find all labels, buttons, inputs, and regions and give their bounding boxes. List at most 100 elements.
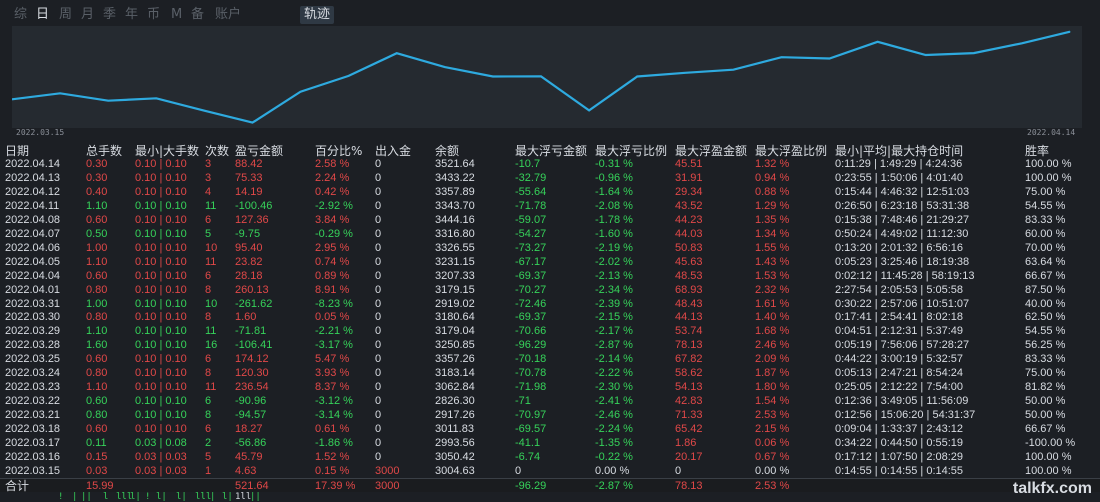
table-cell: 75.00 % [1025,367,1066,380]
equity-point [155,97,157,99]
table-cell: -2.21 % [315,325,353,338]
table-cell: -70.66 [515,325,547,338]
table-cell: 44.13 [675,311,703,324]
tab-4[interactable]: 季 [103,7,116,23]
column-header[interactable]: 日期 [5,142,29,158]
table-cell: 6 [205,353,212,366]
table-cell: 11 [205,381,217,394]
table-cell: 2993.56 [435,437,475,449]
table-cell: 3357.89 [435,185,475,198]
bottom-glyph: l| [176,492,187,502]
table-cell: 0.60 [86,269,108,282]
table-cell: 14.19 [235,185,263,198]
table-cell: 0 [375,423,382,436]
table-cell: 50.83 [675,241,703,254]
tab-7[interactable]: M [171,7,182,23]
tab-5[interactable]: 年 [125,7,138,23]
tab-trajectory[interactable]: 轨迹 [300,6,335,24]
table-cell: -10.7 [515,158,541,170]
table-cell: -2.87 % [595,339,633,352]
column-header[interactable]: 胜率 [1025,142,1049,158]
table-cell: 0.30 [86,171,108,184]
tab-3[interactable]: 月 [81,7,94,23]
table-cell: 2022.04.05 [5,255,61,268]
table-cell: 75.00 % [1025,185,1066,198]
chart-end-date: 2022.04.14 [1027,128,1076,137]
table-cell: 0.10 | 0.10 [135,311,187,324]
table-cell: -2.14 % [595,353,633,366]
equity-point [877,41,879,43]
table-cell: 3179.04 [435,325,475,338]
table-cell: 0.60 [86,213,108,226]
table-cell: 0.03 | 0.03 [135,450,187,463]
table-cell: 0.60 [86,395,108,408]
column-header[interactable]: 次数 [205,142,229,158]
table-cell: 68.93 [675,283,703,296]
column-header[interactable]: 最小|平均|最大持仓时间 [835,142,963,158]
table-cell: 0.74 % [315,255,350,268]
table-cell: 1 [205,464,212,477]
column-header[interactable]: 余额 [435,142,459,158]
table-cell: 4.63 [235,464,257,477]
table-cell: 0.10 | 0.10 [135,367,187,380]
table-cell: 1.10 [86,381,108,394]
table-cell: 71.33 [675,409,703,422]
table-cell: 8.37 % [315,381,350,394]
table-cell: 6 [205,269,212,282]
table-cell: 0.60 [86,353,108,366]
table-cell: 0 [375,171,382,184]
table-cell: 60.00 % [1025,227,1066,240]
equity-line-svg [12,30,1071,124]
tab-9[interactable]: 账户 [215,7,241,23]
table-cell: -2.13 % [595,269,633,282]
table-cell: -71.78 [515,199,547,212]
tab-1[interactable]: 日 [36,7,49,23]
table-cell: 54.55 % [1025,325,1066,338]
table-cell: -32.79 [515,171,547,184]
table-cell: -1.86 % [315,437,353,449]
table-cell: 0 [375,325,382,338]
column-header[interactable]: 最大浮盈金额 [675,142,747,158]
table-cell: 2022.03.28 [5,339,61,352]
equity-point [588,109,590,111]
table-cell: 16 [205,339,218,352]
table-cell: 2.46 % [755,339,790,352]
table-cell: 0.42 % [315,185,350,198]
table-cell: 23.82 [235,255,263,268]
tab-0[interactable]: 综 [14,7,27,23]
table-cell: 1.61 % [755,297,790,310]
column-header[interactable]: 总手数 [86,142,122,158]
table-cell: 2022.04.14 [5,158,61,170]
table-cell: 0.05 % [315,311,350,324]
table-cell: 0 [375,269,382,282]
table-cell: 2.95 % [315,241,350,254]
tab-2[interactable]: 周 [59,7,72,23]
bottom-glyph: 1ll [235,492,252,502]
column-header[interactable]: 百分比% [315,142,362,158]
column-header[interactable]: 盈亏金额 [235,142,283,158]
table-cell: 2022.03.22 [5,395,61,408]
equity-point [107,100,109,102]
column-header[interactable]: 最小|大手数 [135,142,199,158]
total-profit: 521.64 [235,480,269,492]
table-cell: 2022.04.06 [5,241,61,254]
table-cell: 66.67 % [1025,269,1066,282]
table-cell: 28.18 [235,269,263,282]
equity-point [636,76,638,77]
column-header[interactable]: 最大浮盈比例 [755,142,827,158]
table-cell: 0:05:19 | 7:56:06 | 57:28:27 [835,339,970,352]
tab-6[interactable]: 币 [147,7,160,23]
column-header[interactable]: 出入金 [375,142,411,158]
column-header[interactable]: 最大浮亏金额 [515,142,587,158]
table-cell: 3316.80 [435,227,475,240]
table-cell: 48.43 [675,297,703,310]
tab-8[interactable]: 备 [191,7,204,23]
column-header[interactable]: 最大浮亏比例 [595,142,667,158]
table-cell: -96.29 [515,339,547,352]
table-cell: 2 [205,437,212,449]
table-cell: 0 [375,367,382,380]
bottom-glyph: | [72,492,78,502]
table-cell: 50.00 % [1025,409,1066,422]
table-cell: 11 [205,199,217,212]
table-cell: 0:15:38 | 7:48:46 | 21:29:27 [835,213,970,226]
